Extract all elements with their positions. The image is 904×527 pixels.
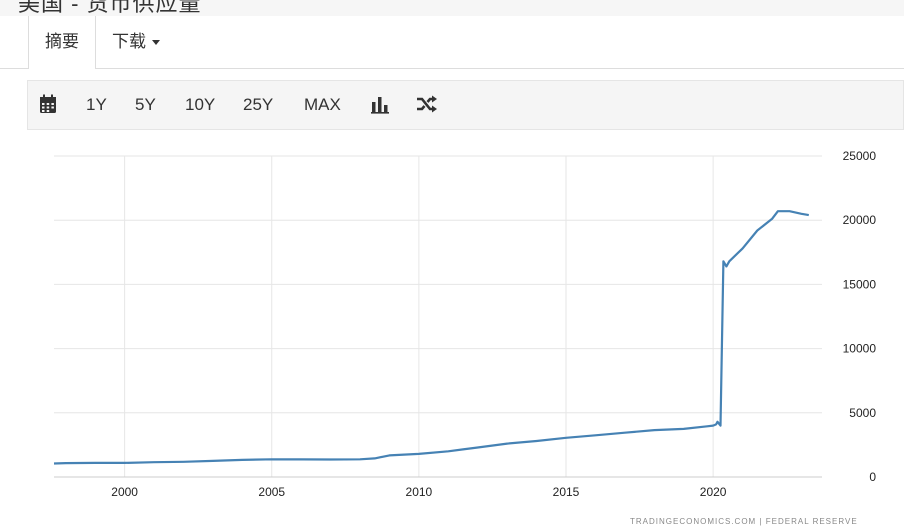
- shuffle-icon: [417, 95, 437, 113]
- range-1y-button[interactable]: 1Y: [86, 81, 107, 129]
- calendar-button[interactable]: [39, 94, 57, 116]
- range-10y-button[interactable]: 10Y: [185, 81, 215, 129]
- range-25y-button[interactable]: 25Y: [243, 81, 273, 129]
- x-tick-label: 2020: [700, 485, 727, 499]
- x-tick-label: 2000: [111, 485, 138, 499]
- range-1y-label: 1Y: [86, 95, 107, 114]
- x-tick-label: 2015: [553, 485, 580, 499]
- range-5y-label: 5Y: [135, 95, 156, 114]
- y-tick-label: 25000: [843, 149, 877, 163]
- page-header-strip: 美国 - 货币供应量: [0, 0, 904, 17]
- y-tick-label: 0: [869, 470, 876, 484]
- chart-type-button[interactable]: [371, 96, 389, 116]
- range-10y-label: 10Y: [185, 95, 216, 114]
- x-tick-label: 2005: [258, 485, 285, 499]
- tab-summary-label: 摘要: [45, 32, 79, 51]
- compare-button[interactable]: [416, 95, 438, 115]
- tab-summary[interactable]: 摘要: [28, 16, 96, 69]
- tab-download-label: 下载: [112, 32, 146, 51]
- money-supply-chart[interactable]: 0 5000 10000 15000 20000 25000 2000 2005 2010 201…: [0, 140, 904, 527]
- calendar-icon: [40, 94, 56, 113]
- range-max-label: MAX: [304, 95, 341, 114]
- caret-down-icon: [152, 40, 160, 46]
- y-tick-label: 5000: [849, 406, 876, 420]
- chart-container: 0 5000 10000 15000 20000 25000 2000 2005 2010 201…: [0, 140, 904, 527]
- y-tick-label: 20000: [843, 213, 877, 227]
- chart-source: TRADINGECONOMICS.COM | FEDERAL RESERVE: [630, 517, 858, 526]
- range-25y-label: 25Y: [243, 95, 274, 114]
- y-tick-label: 15000: [843, 277, 877, 291]
- chart-toolbar: 1Y 5Y 10Y 25Y MAX: [27, 80, 904, 130]
- tab-bar: 摘要 下载: [0, 16, 904, 69]
- page-title: 美国 - 货币供应量: [18, 0, 202, 16]
- y-tick-label: 10000: [843, 342, 877, 356]
- series-line-0[interactable]: [53, 210, 809, 465]
- x-tick-label: 2010: [406, 485, 433, 499]
- tab-download[interactable]: 下载: [96, 16, 176, 68]
- range-max-button[interactable]: MAX: [304, 81, 341, 129]
- bar-chart-icon: [371, 97, 389, 114]
- range-5y-button[interactable]: 5Y: [135, 81, 156, 129]
